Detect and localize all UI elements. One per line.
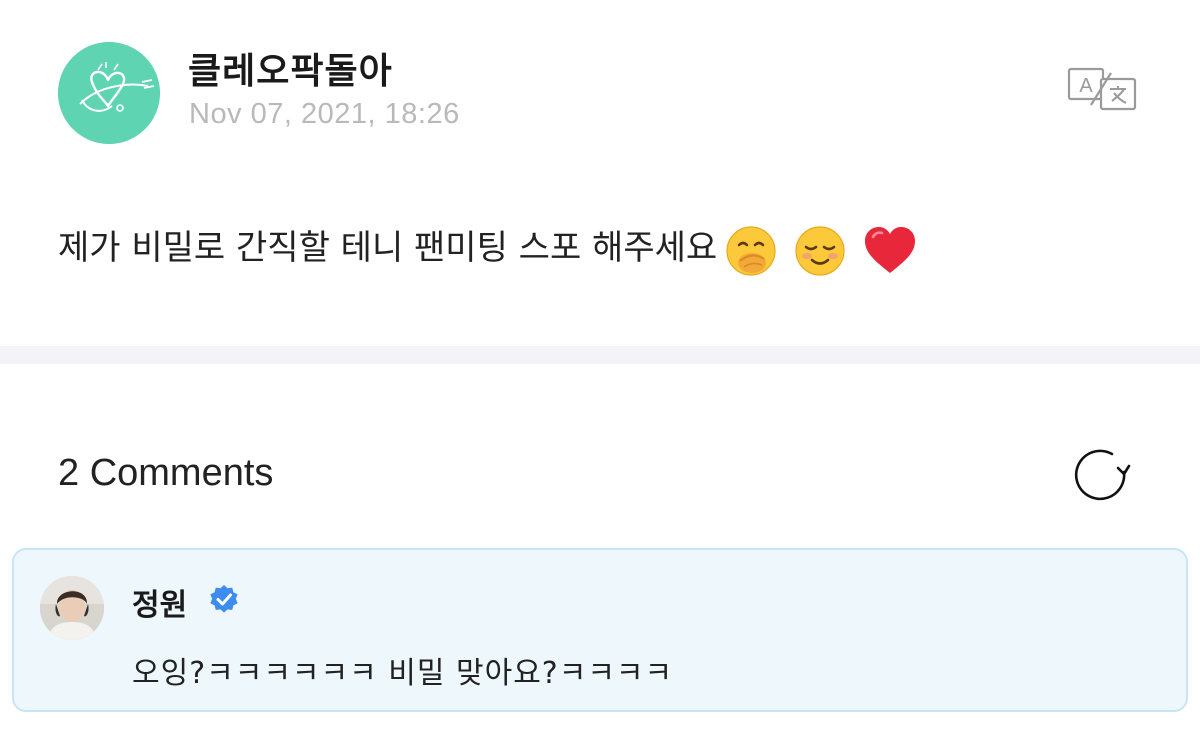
author-avatar[interactable] [58,42,160,144]
author-name[interactable]: 클레오팍돌아 [188,42,393,94]
post-date: Nov 07, 2021, 18:26 [189,98,460,130]
refresh-icon [1074,449,1131,501]
smiling-face-emoji [795,226,845,276]
section-divider [0,346,1200,364]
profile-photo-icon [40,576,104,640]
comment-text: 오잉?ㅋㅋㅋㅋㅋㅋ 비밀 맞아요?ㅋㅋㅋㅋ [132,656,674,691]
commenter-name[interactable]: 정원 [132,580,187,624]
post-body: 제가 비밀로 간직할 테니 팬미팅 스포 해주세요 [58,218,917,280]
red-heart-emoji [864,227,915,273]
translate-button[interactable]: A [1066,64,1138,114]
face-with-hand-over-mouth-emoji [726,226,776,276]
verified-badge-icon [210,585,238,613]
post-emojis [719,220,917,280]
svg-text:A: A [1079,75,1093,97]
heart-doodle-logo-icon [58,42,160,144]
translate-icon: A [1067,67,1137,111]
post-header: 클레오팍돌아 Nov 07, 2021, 18:26 A [58,40,1148,144]
comments-title: 2 Comments [58,452,274,494]
comment-card[interactable]: 정원 오잉?ㅋㅋㅋㅋㅋㅋ 비밀 맞아요?ㅋㅋㅋㅋ [12,548,1188,712]
commenter-avatar[interactable] [40,576,104,640]
refresh-button[interactable] [1072,446,1132,506]
post-text: 제가 비밀로 간직할 테니 팬미팅 스포 해주세요 [58,228,718,268]
